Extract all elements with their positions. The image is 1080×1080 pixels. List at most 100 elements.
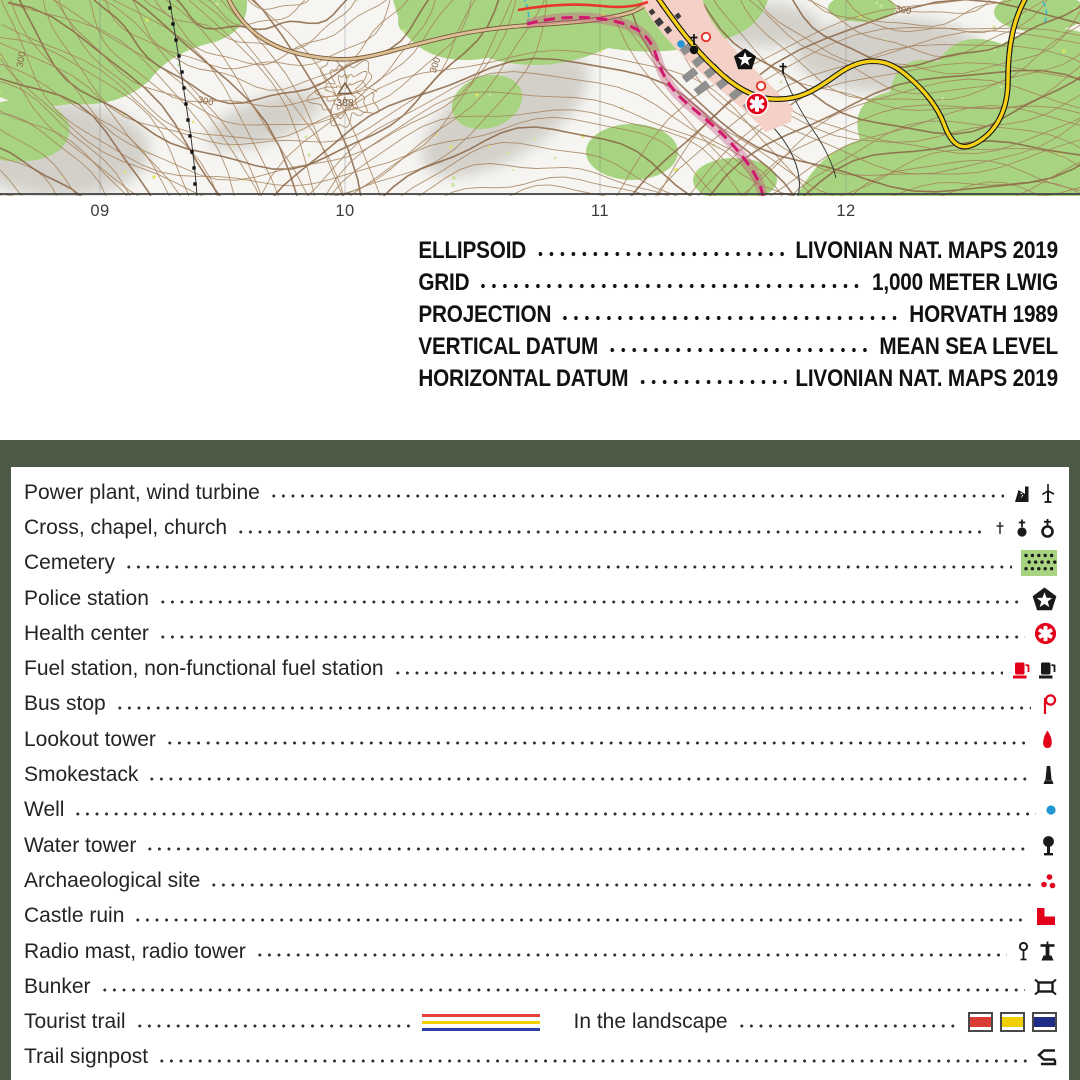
metadata-row: ELLIPSOID LIVONIAN NAT. MAPS 2019 xyxy=(418,233,1058,265)
dot-leader xyxy=(158,596,1023,608)
dot-leader xyxy=(124,561,1012,573)
legend-row: Lookout tower xyxy=(24,722,1057,757)
fuel-station-icon xyxy=(1012,658,1031,680)
metadata-row: GRID 1,000 METER LWIG xyxy=(418,265,1058,297)
legend-label: Well xyxy=(24,798,64,822)
metadata-value: 1,000 METER LWIG xyxy=(872,269,1058,297)
dot-leader xyxy=(133,914,1026,926)
grid-label: 09 xyxy=(90,202,109,221)
metadata-row: PROJECTIONHORVATH 1989 xyxy=(418,297,1058,329)
dot-leader xyxy=(100,984,1025,996)
radio-tower-icon xyxy=(1038,941,1057,962)
legend-label: Cross, chapel, church xyxy=(24,516,227,540)
legend-label: Trail signpost xyxy=(24,1045,148,1069)
dot-leader xyxy=(535,248,787,260)
legend-row: Cross, chapel, church xyxy=(24,510,1057,545)
castle-ruin-icon xyxy=(1035,906,1057,927)
metadata-label: GRID xyxy=(418,269,469,297)
legend-label: Bus stop xyxy=(24,692,106,716)
dot-leader xyxy=(115,702,1031,714)
chapel-icon xyxy=(1013,517,1031,539)
lookout-tower-icon xyxy=(1038,729,1057,751)
legend-label: Radio mast, radio tower xyxy=(24,940,246,964)
legend-label: Water tower xyxy=(24,834,136,858)
dot-leader xyxy=(147,773,1031,785)
legend-label: Police station xyxy=(24,587,149,611)
metadata-value: LIVONIAN NAT. MAPS 2019 xyxy=(795,237,1058,265)
legend-row: Power plant, wind turbine xyxy=(24,475,1057,510)
health-center-icon xyxy=(1034,622,1057,645)
cross-icon xyxy=(994,517,1006,539)
dot-leader xyxy=(607,344,871,356)
legend-row: Health center xyxy=(24,616,1057,651)
dot-leader xyxy=(737,1020,959,1032)
dot-leader xyxy=(393,667,1003,679)
map-legend-sheet: { "map": { "grid_labels": ["09", "10", "… xyxy=(0,0,1080,1080)
legend-row: Bus stop xyxy=(24,687,1057,722)
blaze-yellow-icon xyxy=(1000,1012,1025,1032)
legend-panel: Power plant, wind turbine Cross, chapel, … xyxy=(11,467,1069,1080)
metadata-label: HORIZONTAL DATUM xyxy=(418,365,628,393)
legend-row: Well xyxy=(24,793,1057,828)
legend-row: Fuel station, non-functional fuel statio… xyxy=(24,651,1057,686)
legend-label: Smokestack xyxy=(24,763,138,787)
blaze-blue-icon xyxy=(1032,1012,1057,1032)
legend-label: Cemetery xyxy=(24,551,115,575)
grid-label: 11 xyxy=(591,202,609,221)
legend-row: Radio mast, radio tower xyxy=(24,934,1057,969)
legend-row: Castle ruin xyxy=(24,899,1057,934)
fuel-station-nonfunctional-icon xyxy=(1038,658,1057,680)
topographic-map: 388300300300300 xyxy=(0,0,1080,196)
legend-row: Police station xyxy=(24,581,1057,616)
legend-label: Power plant, wind turbine xyxy=(24,481,260,505)
legend-row: Smokestack xyxy=(24,757,1057,792)
metadata-label: VERTICAL DATUM xyxy=(418,333,598,361)
dot-leader xyxy=(236,526,985,538)
dot-leader xyxy=(255,949,1007,961)
church-icon xyxy=(1038,517,1057,539)
contour-elevation-label: 300 xyxy=(895,4,912,17)
map-grid-labels: 09 10 11 12 xyxy=(0,196,1080,232)
dot-leader xyxy=(145,843,1031,855)
water-tower-icon xyxy=(1040,835,1057,857)
bunker-icon xyxy=(1034,977,1057,997)
metadata-label: ELLIPSOID xyxy=(418,237,526,265)
legend-mid-label: In the landscape xyxy=(574,1010,728,1034)
wind-turbine-icon xyxy=(1039,482,1057,504)
legend-label: Castle ruin xyxy=(24,904,124,928)
well-icon xyxy=(1045,804,1057,816)
dot-leader xyxy=(135,1020,413,1032)
legend-label: Bunker xyxy=(24,975,91,999)
legend-label: Health center xyxy=(24,622,149,646)
grid-label: 12 xyxy=(836,202,855,221)
dot-leader xyxy=(637,376,787,388)
police-station-icon xyxy=(1032,587,1057,611)
dot-leader xyxy=(209,879,1031,891)
grid-label: 10 xyxy=(335,202,354,221)
dot-leader xyxy=(158,631,1025,643)
legend-row: Cemetery xyxy=(24,546,1057,581)
map-canvas: 388300300300300 xyxy=(0,0,1080,196)
trail-signpost-icon xyxy=(1037,1047,1057,1067)
cemetery-icon xyxy=(1021,550,1057,576)
legend-label: Tourist trail xyxy=(24,1010,126,1034)
metadata-label: PROJECTION xyxy=(418,301,551,329)
legend-row: Tourist trail In the landscape xyxy=(24,1004,1057,1039)
dot-leader xyxy=(157,1055,1028,1067)
summit-elevation-label: 388 xyxy=(336,97,354,109)
dot-leader xyxy=(269,490,1004,502)
legend-label: Lookout tower xyxy=(24,728,156,752)
legend-label: Archaeological site xyxy=(24,869,200,893)
metadata-value: MEAN SEA LEVEL xyxy=(879,333,1058,361)
bus-stop-icon xyxy=(1040,693,1057,716)
radio-mast-icon xyxy=(1016,941,1031,962)
dot-leader xyxy=(560,312,901,324)
tourist-trail-lines-icon xyxy=(422,1014,540,1031)
dot-leader xyxy=(478,280,864,292)
smokestack-icon xyxy=(1040,764,1057,786)
metadata-row: HORIZONTAL DATUMLIVONIAN NAT. MAPS 2019 xyxy=(418,361,1058,393)
legend-row: Water tower xyxy=(24,828,1057,863)
power-plant-icon xyxy=(1013,482,1032,504)
legend-frame: Power plant, wind turbine Cross, chapel, … xyxy=(0,440,1080,1080)
legend-label: Fuel station, non-functional fuel statio… xyxy=(24,657,384,681)
